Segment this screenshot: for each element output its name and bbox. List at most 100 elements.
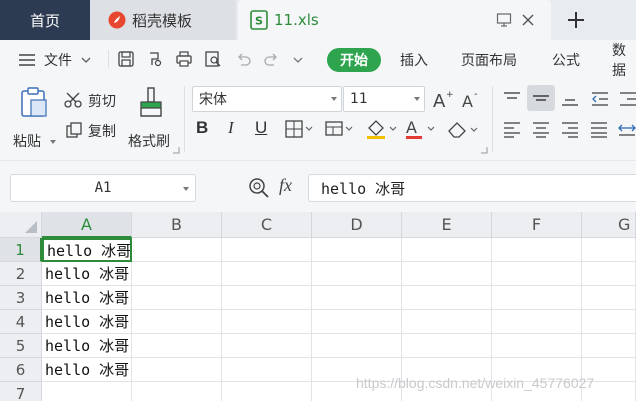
font-name-select[interactable]: 宋体 xyxy=(192,86,342,112)
decrease-indent-icon[interactable] xyxy=(590,90,610,108)
bold-button[interactable]: B xyxy=(196,118,216,142)
row-header-5[interactable]: 5 xyxy=(0,334,42,358)
export-pdf-icon[interactable] xyxy=(146,50,164,68)
cut-button[interactable]: 剪切 xyxy=(64,90,124,112)
justify-icon[interactable] xyxy=(589,121,609,139)
table-cell[interactable] xyxy=(402,310,492,334)
distribute-icon[interactable] xyxy=(618,121,636,139)
save-icon[interactable] xyxy=(117,50,135,68)
column-header-d[interactable]: D xyxy=(312,212,402,238)
table-cell[interactable] xyxy=(132,382,222,401)
table-cell[interactable] xyxy=(312,262,402,286)
table-cell[interactable] xyxy=(492,262,582,286)
column-header-b[interactable]: B xyxy=(132,212,222,238)
table-cell[interactable] xyxy=(222,334,312,358)
table-cell[interactable] xyxy=(132,262,222,286)
tab-insert[interactable]: 插入 xyxy=(400,49,428,71)
table-cell[interactable] xyxy=(312,286,402,310)
table-cell[interactable] xyxy=(492,238,582,262)
paste-button[interactable]: 粘贴 xyxy=(10,86,56,152)
table-cell[interactable]: hello 冰哥 xyxy=(42,358,132,382)
table-cell[interactable] xyxy=(132,310,222,334)
table-cell[interactable] xyxy=(222,382,312,401)
align-center-icon[interactable] xyxy=(531,121,551,139)
table-cell[interactable] xyxy=(222,358,312,382)
italic-button[interactable]: I xyxy=(228,118,248,142)
row-header-6[interactable]: 6 xyxy=(0,358,42,382)
tab-data[interactable]: 数据 xyxy=(612,43,636,79)
row-header-1[interactable]: 1 xyxy=(0,238,42,262)
table-cell[interactable] xyxy=(402,238,492,262)
select-all-corner[interactable] xyxy=(0,212,42,238)
decrease-font-icon[interactable]: A - xyxy=(461,88,483,110)
align-bottom-icon[interactable] xyxy=(560,90,580,108)
zoom-search-icon[interactable] xyxy=(248,177,270,199)
more-chevron-icon[interactable] xyxy=(292,55,304,65)
clipboard-group-launcher-icon[interactable] xyxy=(172,146,180,154)
table-cell[interactable] xyxy=(312,334,402,358)
table-cell[interactable] xyxy=(582,310,636,334)
table-cell[interactable] xyxy=(492,310,582,334)
cell-a1-selected[interactable]: hello 冰哥 xyxy=(42,238,132,262)
row-header-4[interactable]: 4 xyxy=(0,310,42,334)
column-header-g[interactable]: G xyxy=(582,212,636,238)
table-cell[interactable] xyxy=(42,382,132,401)
new-tab-icon[interactable] xyxy=(566,10,586,30)
underline-button[interactable]: U xyxy=(255,118,275,142)
table-cell[interactable]: hello 冰哥 xyxy=(42,310,132,334)
increase-indent-icon[interactable] xyxy=(618,90,636,108)
row-header-2[interactable]: 2 xyxy=(0,262,42,286)
table-cell[interactable]: hello 冰哥 xyxy=(42,286,132,310)
copy-button[interactable]: 复制 xyxy=(64,120,124,142)
table-cell[interactable] xyxy=(132,238,222,262)
table-cell[interactable] xyxy=(312,238,402,262)
font-color-icon[interactable]: A xyxy=(404,118,438,140)
tab-file[interactable]: S 11.xls xyxy=(238,0,551,40)
print-icon[interactable] xyxy=(175,50,193,68)
table-cell[interactable] xyxy=(222,286,312,310)
table-cell[interactable] xyxy=(132,358,222,382)
format-painter-button[interactable]: 格式刷 xyxy=(126,86,178,152)
table-cell[interactable] xyxy=(492,286,582,310)
print-preview-icon[interactable] xyxy=(204,50,222,68)
align-right-icon[interactable] xyxy=(560,121,580,139)
undo-icon[interactable] xyxy=(235,50,253,68)
eraser-icon[interactable] xyxy=(446,119,480,139)
column-header-a[interactable]: A xyxy=(42,212,132,238)
table-cell[interactable] xyxy=(222,310,312,334)
table-cell[interactable]: hello 冰哥 xyxy=(42,262,132,286)
align-left-icon[interactable] xyxy=(502,121,522,139)
table-cell[interactable] xyxy=(402,334,492,358)
table-cell[interactable] xyxy=(582,286,636,310)
table-cell[interactable] xyxy=(132,334,222,358)
align-middle-button[interactable] xyxy=(527,85,555,111)
table-cell[interactable] xyxy=(132,286,222,310)
file-menu-button[interactable]: 文件 xyxy=(18,49,92,71)
table-cell[interactable] xyxy=(402,286,492,310)
fx-icon[interactable]: fx xyxy=(279,175,292,196)
column-header-c[interactable]: C xyxy=(222,212,312,238)
table-cell[interactable] xyxy=(582,238,636,262)
table-cell[interactable] xyxy=(222,262,312,286)
table-cell[interactable] xyxy=(492,334,582,358)
font-group-launcher-icon[interactable] xyxy=(480,146,488,154)
redo-icon[interactable] xyxy=(262,50,280,68)
table-cell[interactable] xyxy=(402,262,492,286)
name-box[interactable]: A1 xyxy=(10,174,196,202)
table-cell[interactable] xyxy=(222,238,312,262)
row-header-3[interactable]: 3 xyxy=(0,286,42,310)
row-header-7[interactable]: 7 xyxy=(0,382,42,401)
screen-icon[interactable] xyxy=(496,12,512,28)
tab-page-layout[interactable]: 页面布局 xyxy=(461,49,517,71)
close-icon[interactable] xyxy=(520,12,536,28)
table-cell[interactable] xyxy=(582,262,636,286)
increase-font-icon[interactable]: A + xyxy=(432,88,454,110)
fill-color-icon[interactable] xyxy=(365,118,399,140)
fill-pattern-icon[interactable] xyxy=(325,120,355,138)
column-header-f[interactable]: F xyxy=(492,212,582,238)
borders-icon[interactable] xyxy=(285,120,315,138)
column-header-e[interactable]: E xyxy=(402,212,492,238)
tab-template[interactable]: 稻壳模板 xyxy=(90,0,236,40)
tab-start[interactable]: 开始 xyxy=(327,48,381,72)
font-size-select[interactable]: 11 xyxy=(343,86,425,112)
